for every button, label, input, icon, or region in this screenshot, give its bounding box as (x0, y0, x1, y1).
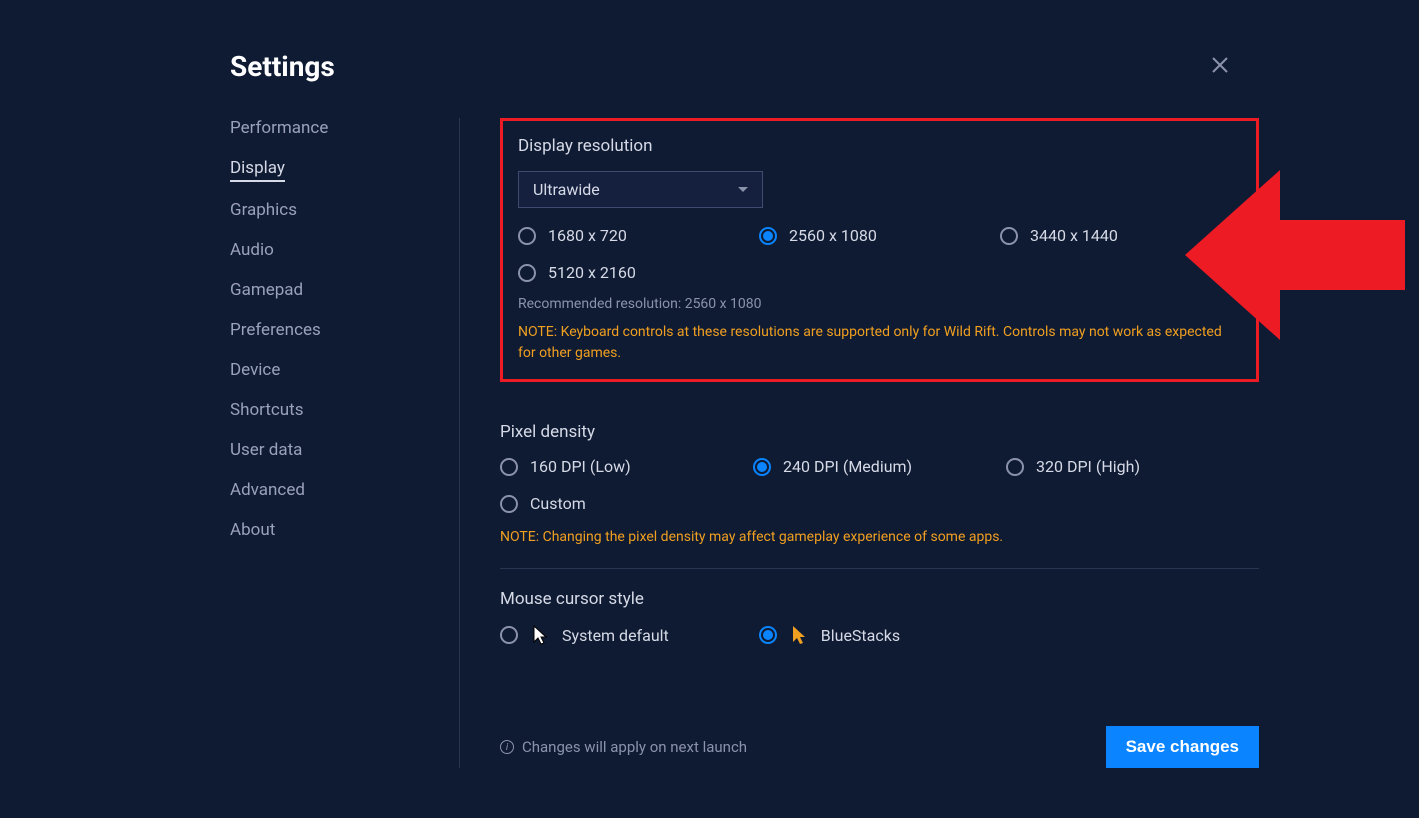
sidebar-item-user-data[interactable]: User data (230, 440, 302, 462)
resolution-label: 1680 x 720 (548, 226, 627, 245)
radio-icon (1006, 458, 1024, 476)
dpi-label: Custom (530, 494, 586, 513)
sidebar-item-device[interactable]: Device (230, 360, 280, 382)
resolution-label: 5120 x 2160 (548, 263, 636, 282)
sidebar-item-display[interactable]: Display (230, 158, 285, 182)
pixel-density-note-text: NOTE: Changing the pixel density may aff… (500, 527, 1259, 548)
dpi-option[interactable]: 240 DPI (Medium) (753, 457, 1006, 476)
chevron-down-icon (738, 187, 748, 192)
info-icon: i (500, 740, 514, 754)
sidebar-item-preferences[interactable]: Preferences (230, 320, 321, 342)
footer-info-text: Changes will apply on next launch (522, 738, 747, 756)
sidebar-item-performance[interactable]: Performance (230, 118, 328, 140)
cursor-default-icon (530, 624, 550, 646)
resolution-option[interactable]: 2560 x 1080 (759, 226, 1000, 245)
dpi-option[interactable]: Custom (500, 494, 753, 513)
radio-icon (518, 264, 536, 282)
dpi-label: 240 DPI (Medium) (783, 457, 912, 476)
sidebar-item-shortcuts[interactable]: Shortcuts (230, 400, 304, 422)
resolution-dropdown[interactable]: Ultrawide (518, 171, 763, 208)
sidebar-item-gamepad[interactable]: Gamepad (230, 280, 303, 302)
sidebar-item-about[interactable]: About (230, 520, 275, 542)
cursor-bluestacks-icon (789, 624, 809, 646)
cursor-option-label: BlueStacks (821, 626, 900, 645)
radio-icon (500, 626, 518, 644)
resolution-radio-group: 1680 x 720 2560 x 1080 3440 x 1440 5120 x 2… (518, 226, 1241, 282)
resolution-label: 3440 x 1440 (1030, 226, 1118, 245)
sidebar-item-advanced[interactable]: Advanced (230, 480, 305, 502)
display-resolution-highlight-box: Display resolution Ultrawide 1680 x 720 2… (500, 118, 1259, 382)
footer-info: i Changes will apply on next launch (500, 738, 747, 756)
cursor-option[interactable]: BlueStacks (759, 624, 900, 646)
resolution-option[interactable]: 3440 x 1440 (1000, 226, 1241, 245)
dpi-label: 160 DPI (Low) (530, 457, 631, 476)
sidebar-item-audio[interactable]: Audio (230, 240, 274, 262)
resolution-label: 2560 x 1080 (789, 226, 877, 245)
radio-icon (753, 458, 771, 476)
display-resolution-label: Display resolution (518, 136, 1241, 156)
pixel-density-label: Pixel density (500, 422, 1259, 442)
resolution-dropdown-value: Ultrawide (533, 180, 600, 199)
cursor-option-label: System default (562, 626, 669, 645)
pixel-density-radio-group: 160 DPI (Low) 240 DPI (Medium) 320 DPI (Hi… (500, 457, 1259, 513)
cursor-style-section: Mouse cursor style System default BlueSta… (500, 569, 1259, 666)
page-title: Settings (230, 50, 335, 83)
radio-icon (518, 227, 536, 245)
recommended-resolution-text: Recommended resolution: 2560 x 1080 (518, 296, 1241, 312)
sidebar-item-graphics[interactable]: Graphics (230, 200, 297, 222)
settings-sidebar: Performance Display Graphics Audio Gamepad Pr… (230, 118, 460, 768)
radio-icon (1000, 227, 1018, 245)
resolution-note-text: NOTE: Keyboard controls at these resolut… (518, 322, 1241, 364)
dpi-option[interactable]: 320 DPI (High) (1006, 457, 1259, 476)
close-icon[interactable] (1211, 55, 1229, 79)
save-changes-button[interactable]: Save changes (1106, 726, 1259, 768)
radio-icon (500, 495, 518, 513)
cursor-style-label: Mouse cursor style (500, 589, 1259, 609)
radio-icon (500, 458, 518, 476)
radio-icon (759, 227, 777, 245)
cursor-style-radio-group: System default BlueStacks (500, 624, 1259, 646)
resolution-option[interactable]: 5120 x 2160 (518, 263, 759, 282)
dpi-option[interactable]: 160 DPI (Low) (500, 457, 753, 476)
resolution-option[interactable]: 1680 x 720 (518, 226, 759, 245)
radio-icon (759, 626, 777, 644)
cursor-option[interactable]: System default (500, 624, 669, 646)
dpi-label: 320 DPI (High) (1036, 457, 1140, 476)
pixel-density-section: Pixel density 160 DPI (Low) 240 DPI (Medi… (500, 402, 1259, 569)
